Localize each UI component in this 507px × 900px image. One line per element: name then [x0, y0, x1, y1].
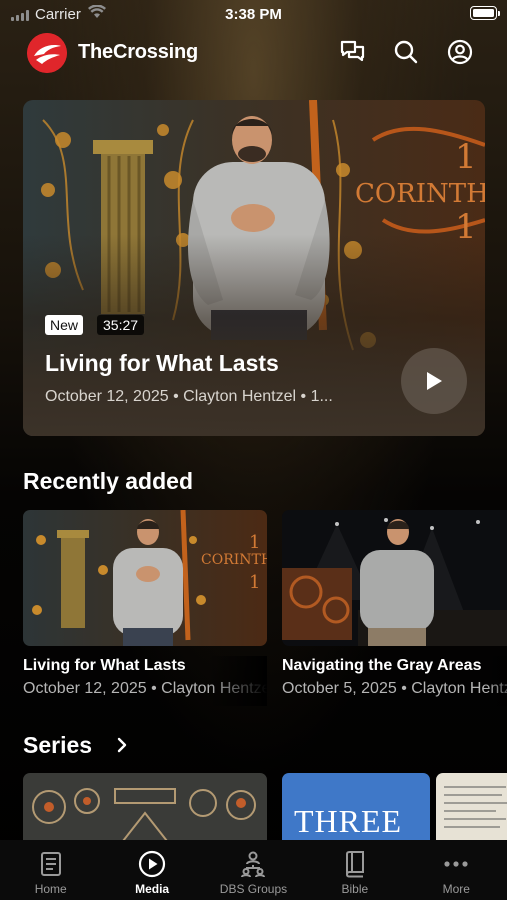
tab-label: Bible [341, 882, 369, 896]
profile-icon [447, 39, 473, 65]
series-heading: Series [23, 732, 93, 758]
svg-text:CORINTH: CORINTH [201, 552, 267, 568]
tab-more[interactable]: More [406, 840, 507, 900]
tab-label: Home [34, 882, 67, 896]
recent-item-thumbnail: 1 CORINTH 1 [23, 510, 267, 646]
featured-sermon-card[interactable]: 1 CORINTH 1 New 35:27 Living for What La… [23, 100, 485, 436]
chevron-right-icon [117, 737, 127, 753]
play-circle-icon [138, 850, 166, 878]
play-icon [427, 372, 442, 390]
series-card-3[interactable] [436, 773, 507, 843]
home-doc-icon [40, 852, 61, 876]
svg-text:1: 1 [249, 572, 260, 593]
new-badge: New [45, 315, 84, 335]
svg-text:1: 1 [249, 532, 260, 553]
featured-title: Living for What Lasts [45, 350, 279, 376]
tab-label: Media [135, 882, 170, 896]
recent-item-2[interactable]: Navigating the Gray Areas October 5, 202… [282, 510, 507, 706]
text-fade [207, 656, 267, 706]
duration-badge: 35:27 [97, 315, 145, 335]
chat-button[interactable] [338, 37, 368, 67]
recently-added-heading: Recently added [23, 468, 193, 494]
search-icon [394, 40, 418, 64]
groups-icon [241, 851, 266, 878]
tab-home[interactable]: Home [0, 840, 101, 900]
tab-dbs-groups[interactable]: DBS Groups [203, 840, 304, 900]
series-card-art [23, 773, 267, 843]
clock: 3:38 PM [225, 6, 282, 23]
chat-icon [340, 40, 365, 62]
series-see-all-button[interactable] [116, 737, 128, 758]
tab-label: DBS Groups [219, 882, 288, 896]
tab-bible[interactable]: Bible [304, 840, 405, 900]
recent-item-meta: October 5, 2025 • Clayton Hentzel [282, 680, 507, 697]
app-logo [27, 33, 67, 73]
status-bar: Carrier 3:38 PM [0, 0, 507, 30]
recent-item-thumbnail [282, 510, 507, 646]
series-card-title: THREE [294, 803, 403, 839]
more-dots-icon [444, 861, 468, 867]
battery-icon [470, 6, 500, 20]
search-button[interactable] [391, 37, 421, 67]
tab-bar: Home Media DBS Groups Bible More [0, 840, 507, 900]
series-card-1[interactable] [23, 773, 267, 843]
text-fade [486, 656, 507, 706]
featured-meta: October 12, 2025 • Clayton Hentzel • 1..… [45, 388, 333, 405]
recent-item-1[interactable]: 1 CORINTH 1 Living for What Lasts Octobe… [23, 510, 267, 706]
profile-button[interactable] [445, 37, 475, 67]
book-icon [345, 851, 364, 878]
series-card-2[interactable]: THREE [282, 773, 430, 843]
tab-label: More [442, 882, 470, 896]
tab-media[interactable]: Media [101, 840, 202, 900]
recent-item-title: Navigating the Gray Areas [282, 657, 482, 674]
app-title: TheCrossing [78, 41, 199, 63]
series-card-art [436, 773, 507, 843]
play-button[interactable] [401, 348, 467, 414]
